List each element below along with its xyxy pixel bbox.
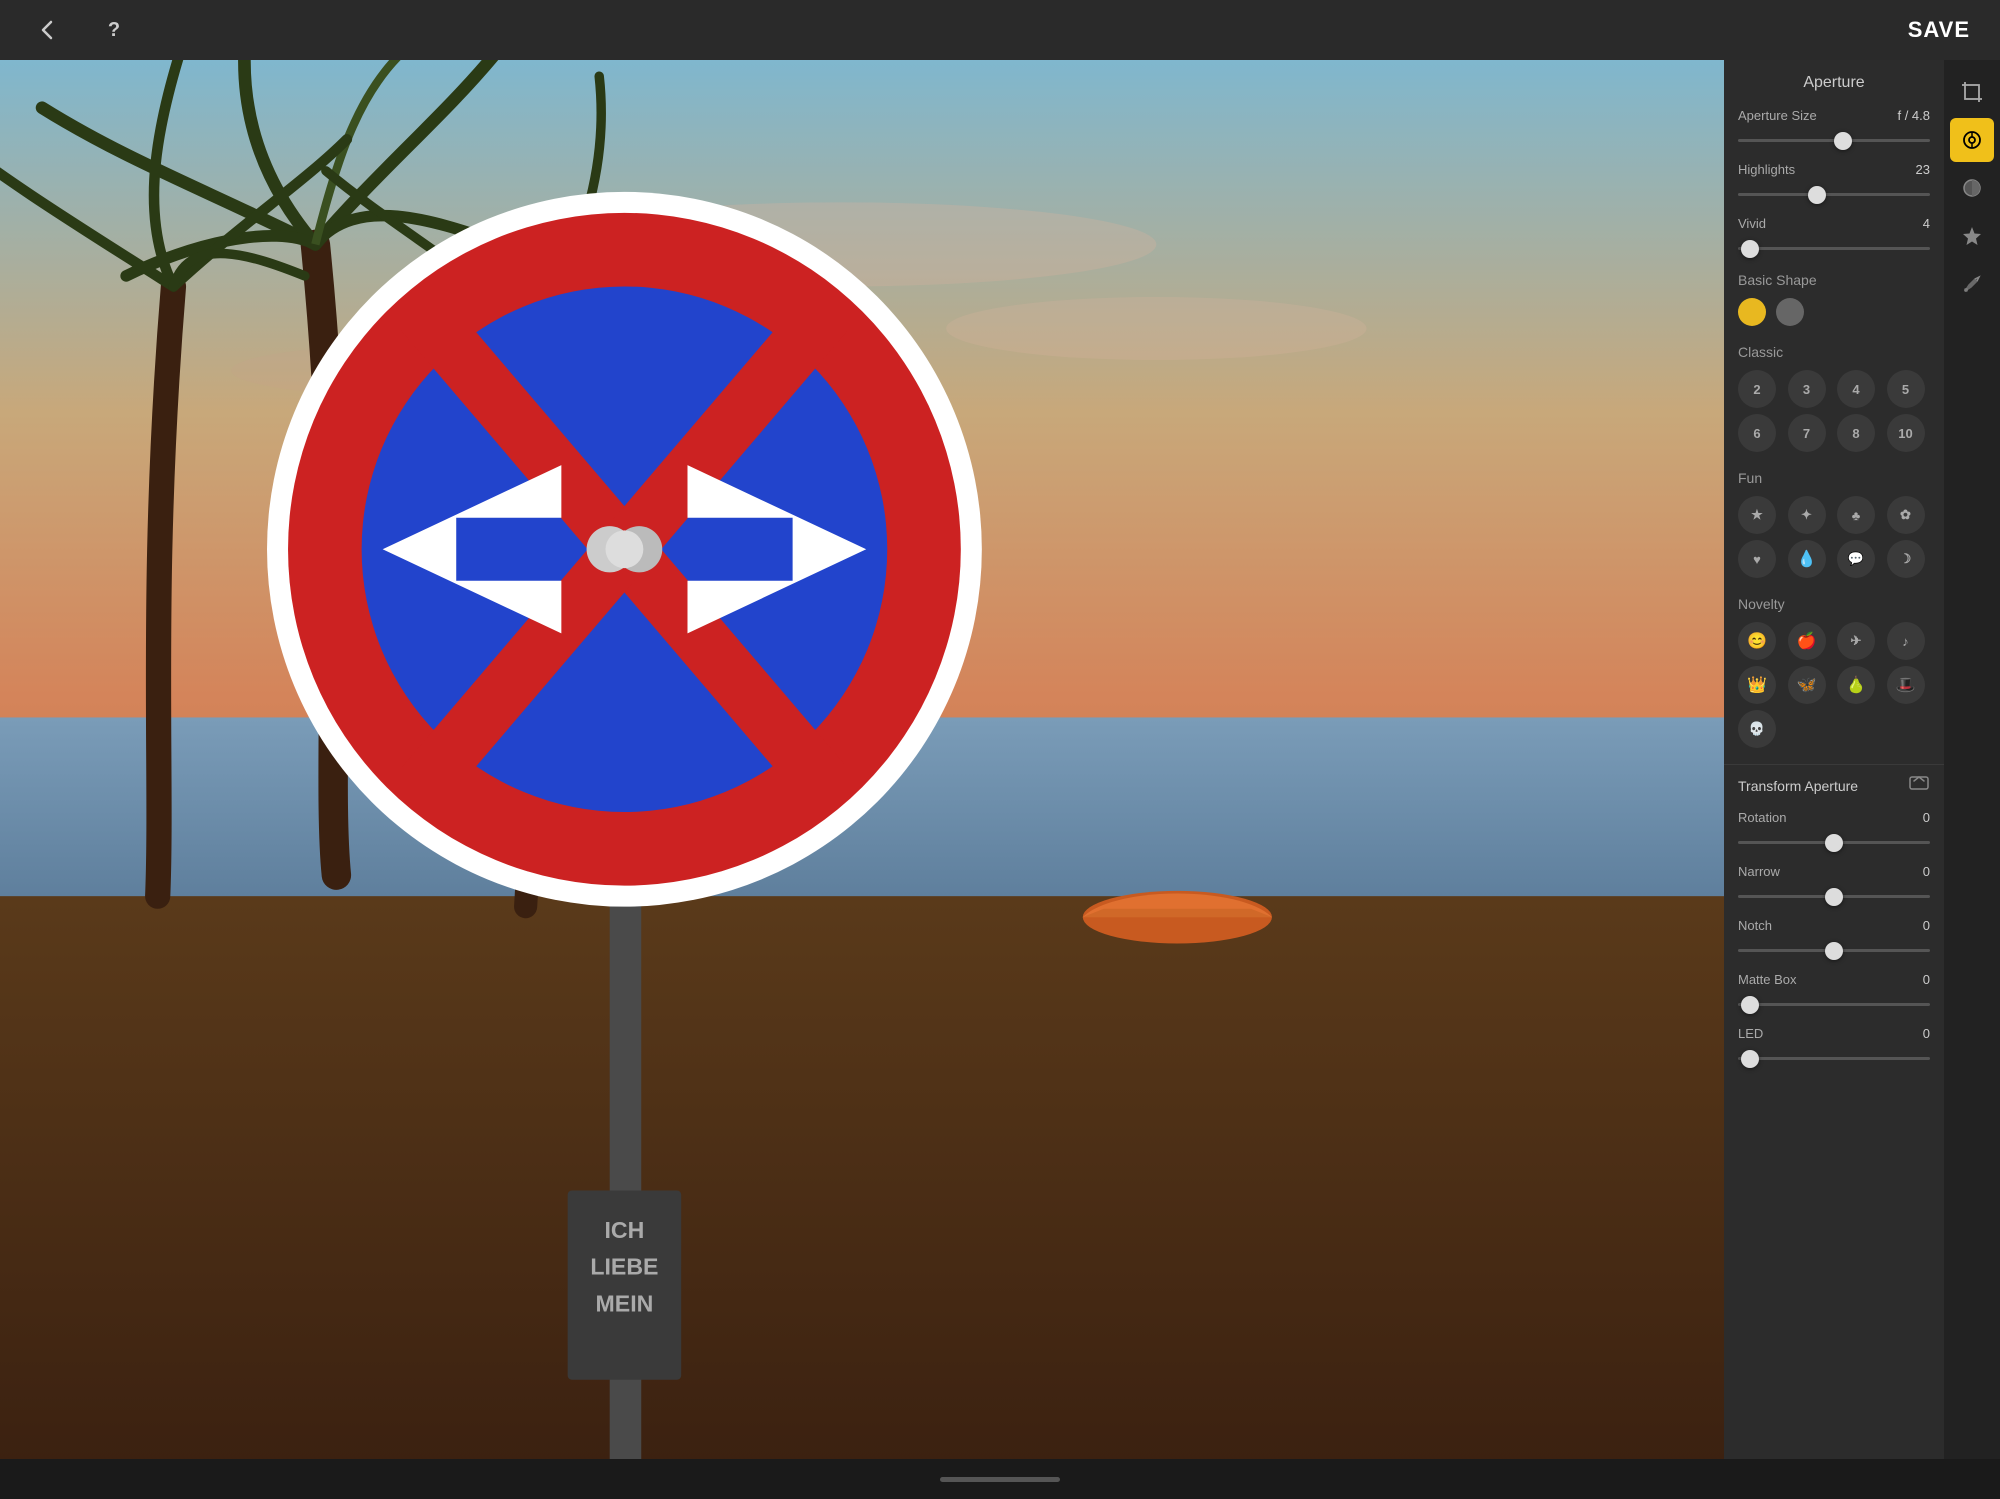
svg-text:ICH: ICH (605, 1217, 645, 1243)
rotation-slider[interactable] (1738, 841, 1930, 844)
top-bar: ? SAVE (0, 0, 2000, 60)
novelty-label: Novelty (1724, 588, 1944, 616)
vivid-slider[interactable] (1738, 247, 1930, 250)
novelty-plane[interactable]: ✈ (1837, 622, 1875, 660)
back-button[interactable] (30, 12, 66, 48)
aperture-size-control: Aperture Size f / 4.8 (1724, 102, 1944, 156)
narrow-control: Narrow 0 (1724, 858, 1944, 912)
fun-drop[interactable]: 💧 (1788, 540, 1826, 578)
rotation-control: Rotation 0 (1724, 804, 1944, 858)
novelty-grid: 😊 🍎 ✈ ♪ 👑 🦋 🍐 🎩 💀 (1724, 616, 1944, 758)
transform-label: Transform Aperture (1738, 778, 1858, 794)
fun-label: Fun (1724, 462, 1944, 490)
photo-area: ICH LIEBE MEIN (0, 60, 1724, 1459)
novelty-smile[interactable]: 😊 (1738, 622, 1776, 660)
bottom-bar (0, 1459, 2000, 1499)
classic-6[interactable]: 6 (1738, 414, 1776, 452)
led-value: 0 (1923, 1026, 1930, 1041)
rotation-label: Rotation (1738, 810, 1786, 825)
highlights-value: 23 (1916, 162, 1930, 177)
classic-grid: 2 3 4 5 6 7 8 10 (1724, 364, 1944, 462)
basic-shape-label: Basic Shape (1724, 264, 1944, 292)
led-slider[interactable] (1738, 1057, 1930, 1060)
beach-scene: ICH LIEBE MEIN (0, 60, 1724, 1459)
classic-7[interactable]: 7 (1788, 414, 1826, 452)
classic-5[interactable]: 5 (1887, 370, 1925, 408)
star-tool-button[interactable] (1950, 214, 1994, 258)
paint-tool-button[interactable] (1950, 262, 1994, 306)
classic-4[interactable]: 4 (1837, 370, 1875, 408)
classic-10[interactable]: 10 (1887, 414, 1925, 452)
novelty-crown[interactable]: 👑 (1738, 666, 1776, 704)
aperture-size-slider[interactable] (1738, 139, 1930, 142)
aperture-size-label: Aperture Size (1738, 108, 1817, 123)
fun-flower[interactable]: ✿ (1887, 496, 1925, 534)
classic-2[interactable]: 2 (1738, 370, 1776, 408)
help-button[interactable]: ? (96, 12, 132, 48)
classic-3[interactable]: 3 (1788, 370, 1826, 408)
notch-control: Notch 0 (1724, 912, 1944, 966)
highlights-slider[interactable] (1738, 193, 1930, 196)
top-bar-left: ? (30, 12, 132, 48)
fun-grid: ★ ✦ ♣ ✿ ♥ 💧 💬 ☽ (1724, 490, 1944, 588)
notch-value: 0 (1923, 918, 1930, 933)
notch-slider[interactable] (1738, 949, 1930, 952)
novelty-apple[interactable]: 🍎 (1788, 622, 1826, 660)
novelty-skull[interactable]: 💀 (1738, 710, 1776, 748)
fun-star6[interactable]: ✦ (1788, 496, 1826, 534)
basic-shapes-row (1724, 292, 1944, 336)
led-control: LED 0 (1724, 1020, 1944, 1074)
matte-box-control: Matte Box 0 (1724, 966, 1944, 1020)
rotation-value: 0 (1923, 810, 1930, 825)
fun-star5[interactable]: ★ (1738, 496, 1776, 534)
narrow-value: 0 (1923, 864, 1930, 879)
panel-title: Aperture (1724, 60, 1944, 102)
classic-label: Classic (1724, 336, 1944, 364)
aperture-size-value: f / 4.8 (1897, 108, 1930, 123)
narrow-slider[interactable] (1738, 895, 1930, 898)
right-panel: Aperture Aperture Size f / 4.8 Highlight… (1724, 60, 1944, 1459)
crop-tool-button[interactable] (1950, 70, 1994, 114)
novelty-music[interactable]: ♪ (1887, 622, 1925, 660)
fun-heart[interactable]: ♥ (1738, 540, 1776, 578)
classic-8[interactable]: 8 (1837, 414, 1875, 452)
matte-box-slider[interactable] (1738, 1003, 1930, 1006)
novelty-hat[interactable]: 🎩 (1887, 666, 1925, 704)
vivid-value: 4 (1923, 216, 1930, 231)
main-content: ICH LIEBE MEIN (0, 60, 2000, 1459)
fun-bubble[interactable]: 💬 (1837, 540, 1875, 578)
shape-gray[interactable] (1776, 298, 1804, 326)
narrow-label: Narrow (1738, 864, 1780, 879)
led-label: LED (1738, 1026, 1763, 1041)
matte-box-label: Matte Box (1738, 972, 1797, 987)
transform-icon (1908, 775, 1930, 796)
aperture-tool-button[interactable] (1950, 118, 1994, 162)
novelty-butterfly[interactable]: 🦋 (1788, 666, 1826, 704)
highlights-control: Highlights 23 (1724, 156, 1944, 210)
transform-aperture-header: Transform Aperture (1724, 764, 1944, 804)
tone-tool-button[interactable] (1950, 166, 1994, 210)
vivid-control: Vivid 4 (1724, 210, 1944, 264)
shape-yellow[interactable] (1738, 298, 1766, 326)
fun-moon[interactable]: ☽ (1887, 540, 1925, 578)
side-icons-panel (1944, 60, 2000, 1459)
highlights-label: Highlights (1738, 162, 1795, 177)
vivid-label: Vivid (1738, 216, 1766, 231)
notch-label: Notch (1738, 918, 1772, 933)
scroll-indicator (940, 1477, 1060, 1482)
fun-club[interactable]: ♣ (1837, 496, 1875, 534)
novelty-pear[interactable]: 🍐 (1837, 666, 1875, 704)
svg-text:MEIN: MEIN (596, 1290, 654, 1316)
save-button[interactable]: SAVE (1908, 17, 1970, 43)
matte-box-value: 0 (1923, 972, 1930, 987)
svg-text:LIEBE: LIEBE (590, 1254, 658, 1280)
